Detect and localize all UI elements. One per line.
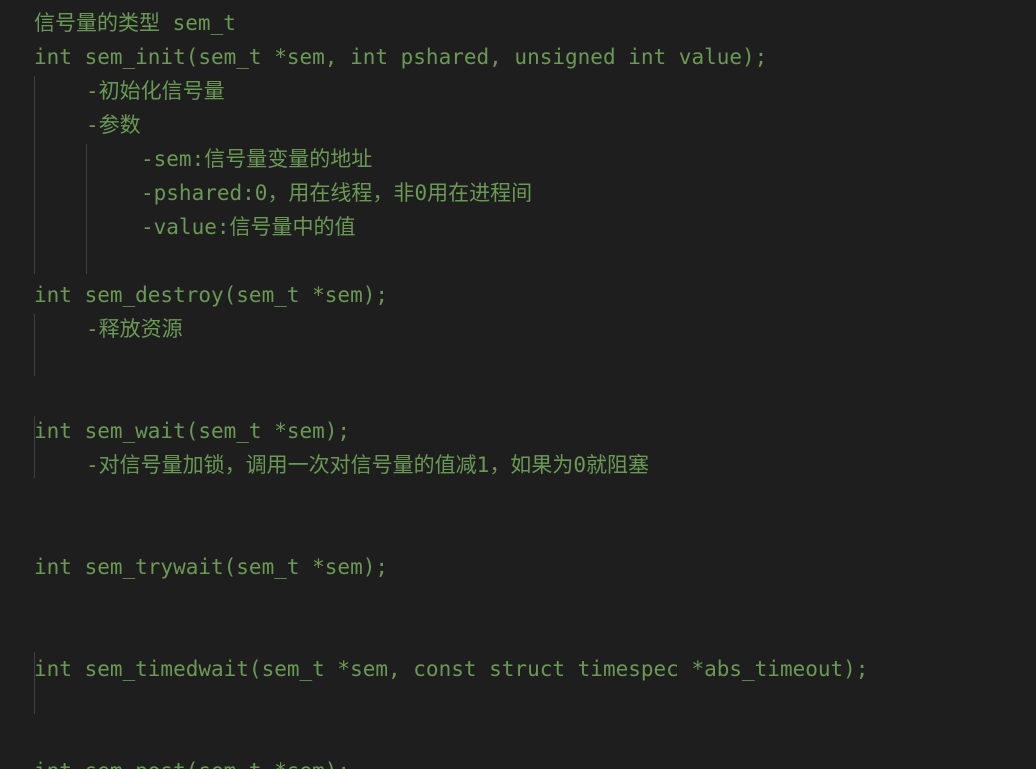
code-line-blank[interactable] — [0, 686, 1036, 720]
code-line[interactable]: -释放资源 — [0, 312, 1036, 346]
code-line-blank[interactable] — [0, 380, 1036, 414]
code-line-blank[interactable] — [0, 720, 1036, 754]
code-line[interactable]: int sem_post(sem_t *sem); — [0, 754, 1036, 769]
code-text-cjk: 信号量中的值 — [229, 215, 356, 239]
code-line[interactable]: -sem:信号量变量的地址 — [0, 142, 1036, 176]
code-line-blank[interactable] — [0, 482, 1036, 516]
code-line[interactable]: int sem_wait(sem_t *sem); — [0, 414, 1036, 448]
code-line-blank[interactable] — [0, 516, 1036, 550]
code-text-ascii: -sem: — [141, 147, 205, 171]
code-line[interactable]: int sem_trywait(sem_t *sem); — [0, 550, 1036, 584]
code-text-ascii: -pshared:0 — [141, 181, 268, 205]
code-line[interactable]: -对信号量加锁，调用一次对信号量的值减1，如果为0就阻塞 — [0, 448, 1036, 482]
code-text-ascii: 0 — [573, 453, 586, 477]
code-text-ascii: int sem_wait(sem_t *sem); — [34, 419, 351, 443]
code-line[interactable]: -pshared:0，用在线程，非0用在进程间 — [0, 176, 1036, 210]
code-text-ascii: - — [86, 453, 99, 477]
code-text-cjk: 释放资源 — [98, 317, 183, 341]
code-line-blank[interactable] — [0, 584, 1036, 618]
code-line[interactable]: -value:信号量中的值 — [0, 210, 1036, 244]
code-line-blank[interactable] — [0, 618, 1036, 652]
code-text-ascii: -value: — [141, 215, 230, 239]
code-text-ascii: - — [86, 79, 99, 103]
code-text-ascii: int sem_init(sem_t *sem, int pshared, un… — [34, 45, 768, 69]
code-text-cjk: 对信号量加锁，调用一次对信号量的值减 — [98, 453, 477, 477]
code-text-ascii: - — [86, 113, 99, 137]
code-text-cjk: 信号量的类型 — [34, 11, 160, 35]
code-text-cjk: ，用在线程，非 — [267, 181, 415, 205]
code-text-cjk: 初始化信号量 — [98, 79, 225, 103]
code-text-ascii: - — [86, 317, 99, 341]
code-text-ascii: int sem_trywait(sem_t *sem); — [34, 555, 389, 579]
code-line[interactable]: -参数 — [0, 108, 1036, 142]
code-text-ascii: 1 — [476, 453, 490, 477]
code-editor-view[interactable]: 信号量的类型 sem_tint sem_init(sem_t *sem, int… — [0, 0, 1036, 769]
code-content[interactable]: 信号量的类型 sem_tint sem_init(sem_t *sem, int… — [0, 0, 1036, 769]
code-line-blank[interactable] — [0, 346, 1036, 380]
code-text-cjk: 参数 — [98, 113, 141, 137]
code-text-ascii: sem_t — [160, 11, 236, 35]
code-text-cjk: 用在进程间 — [427, 181, 533, 205]
code-line[interactable]: -初始化信号量 — [0, 74, 1036, 108]
code-line[interactable]: 信号量的类型 sem_t — [0, 6, 1036, 40]
code-line-blank[interactable] — [0, 244, 1036, 278]
code-line[interactable]: int sem_destroy(sem_t *sem); — [0, 278, 1036, 312]
code-text-cjk: ，如果为 — [489, 453, 574, 477]
code-line[interactable]: int sem_init(sem_t *sem, int pshared, un… — [0, 40, 1036, 74]
code-text-ascii: int sem_destroy(sem_t *sem); — [34, 283, 389, 307]
code-text-ascii: int sem_post(sem_t *sem); — [34, 759, 350, 769]
code-text-cjk: 信号量变量的地址 — [204, 147, 373, 171]
code-text-cjk: 就阻塞 — [585, 453, 649, 477]
code-text-ascii: int sem_timedwait(sem_t *sem, const stru… — [34, 657, 869, 681]
code-line[interactable]: int sem_timedwait(sem_t *sem, const stru… — [0, 652, 1036, 686]
code-text-ascii: 0 — [414, 181, 428, 205]
